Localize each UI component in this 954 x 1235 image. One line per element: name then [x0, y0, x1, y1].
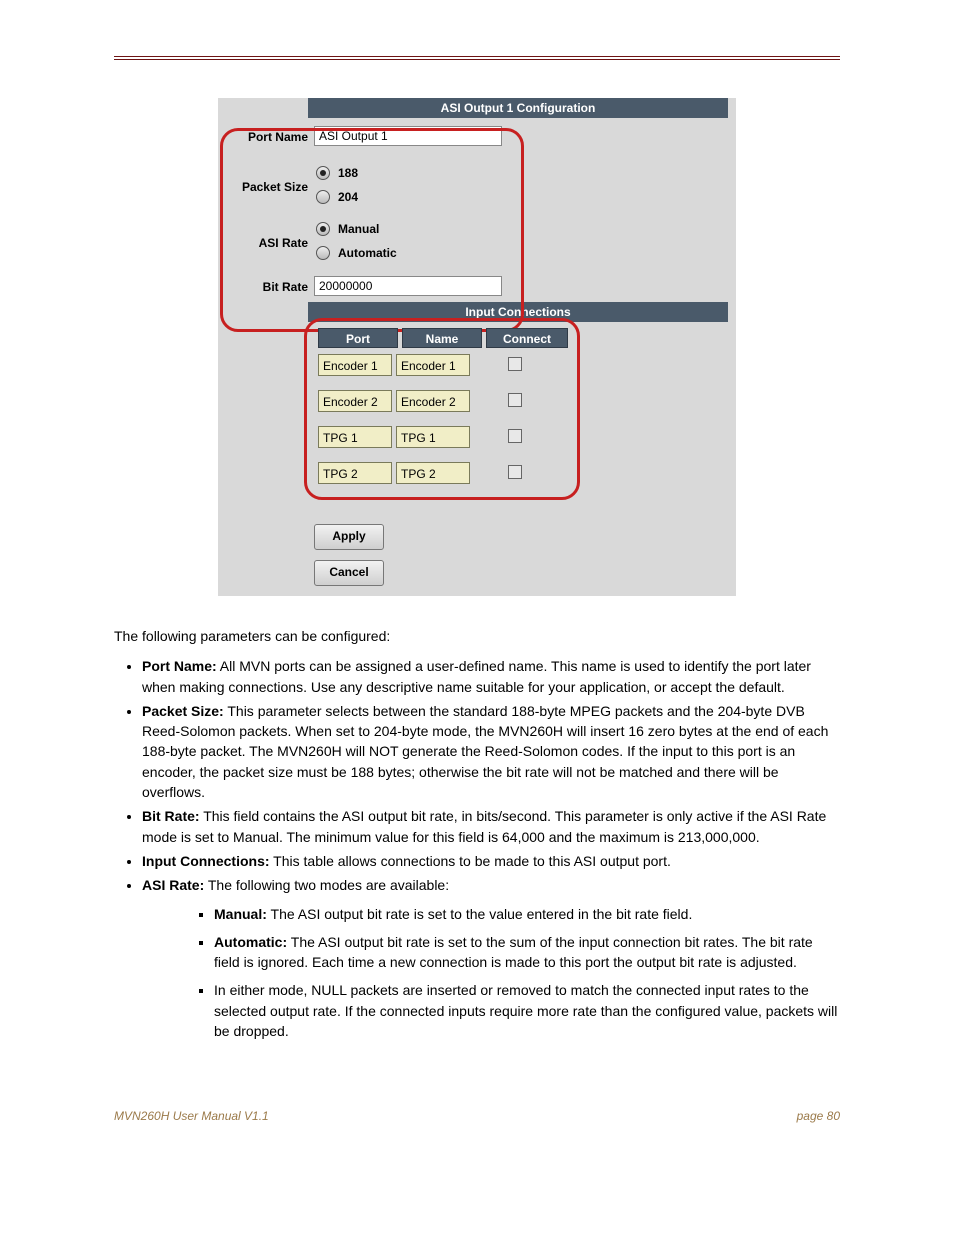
- label-bit-rate: Bit Rate: [218, 276, 314, 294]
- radio-label-automatic: Automatic: [338, 246, 397, 260]
- port-cell: TPG 2: [318, 462, 392, 484]
- radio-packet-188[interactable]: [316, 166, 330, 180]
- footer-right: page 80: [797, 1109, 840, 1123]
- label-port-name: Port Name: [218, 126, 314, 144]
- bullet-asi-rate: ASI Rate: The following two modes are av…: [142, 875, 840, 895]
- input-connections-title: Input Connections: [308, 302, 728, 322]
- port-cell: Encoder 2: [318, 390, 392, 412]
- connect-checkbox-tpg1[interactable]: [508, 429, 522, 443]
- connect-checkbox-encoder1[interactable]: [508, 357, 522, 371]
- radio-label-188: 188: [338, 166, 358, 180]
- name-cell: Encoder 1: [396, 354, 470, 376]
- radio-label-204: 204: [338, 190, 358, 204]
- connect-checkbox-tpg2[interactable]: [508, 465, 522, 479]
- table-row: TPG 2 TPG 2: [318, 462, 736, 484]
- subbullet-note: In either mode, NULL packets are inserte…: [214, 980, 840, 1041]
- bullet-bit-rate: Bit Rate: This field contains the ASI ou…: [142, 806, 840, 847]
- radio-label-manual: Manual: [338, 222, 379, 236]
- document-body: The following parameters can be configur…: [0, 596, 954, 1109]
- col-connect: Connect: [486, 328, 568, 348]
- subbullet-manual: Manual: The ASI output bit rate is set t…: [214, 904, 840, 924]
- radio-asi-automatic[interactable]: [316, 246, 330, 260]
- footer-left: MVN260H User Manual V1.1: [114, 1109, 269, 1123]
- connect-checkbox-encoder2[interactable]: [508, 393, 522, 407]
- radio-packet-204[interactable]: [316, 190, 330, 204]
- asi-output-config-panel: ASI Output 1 Configuration Port Name Pac…: [218, 98, 736, 596]
- intro-text: The following parameters can be configur…: [114, 626, 840, 646]
- port-cell: Encoder 1: [318, 354, 392, 376]
- name-cell: Encoder 2: [396, 390, 470, 412]
- table-row: Encoder 2 Encoder 2: [318, 390, 736, 412]
- table-row: TPG 1 TPG 1: [318, 426, 736, 448]
- radio-asi-manual[interactable]: [316, 222, 330, 236]
- name-cell: TPG 2: [396, 462, 470, 484]
- bullet-port-name: Port Name: All MVN ports can be assigned…: [142, 656, 840, 697]
- port-cell: TPG 1: [318, 426, 392, 448]
- horizontal-rule: [114, 56, 840, 60]
- apply-button[interactable]: Apply: [314, 524, 384, 550]
- subbullet-automatic: Automatic: The ASI output bit rate is se…: [214, 932, 840, 973]
- bit-rate-input[interactable]: [314, 276, 502, 296]
- label-asi-rate: ASI Rate: [218, 236, 314, 250]
- bullet-input-connections: Input Connections: This table allows con…: [142, 851, 840, 871]
- col-name: Name: [402, 328, 482, 348]
- col-port: Port: [318, 328, 398, 348]
- config-section-title: ASI Output 1 Configuration: [308, 98, 728, 118]
- cancel-button[interactable]: Cancel: [314, 560, 384, 586]
- port-name-input[interactable]: [314, 126, 502, 146]
- table-row: Encoder 1 Encoder 1: [318, 354, 736, 376]
- bullet-packet-size: Packet Size: This parameter selects betw…: [142, 701, 840, 802]
- label-packet-size: Packet Size: [218, 180, 314, 194]
- name-cell: TPG 1: [396, 426, 470, 448]
